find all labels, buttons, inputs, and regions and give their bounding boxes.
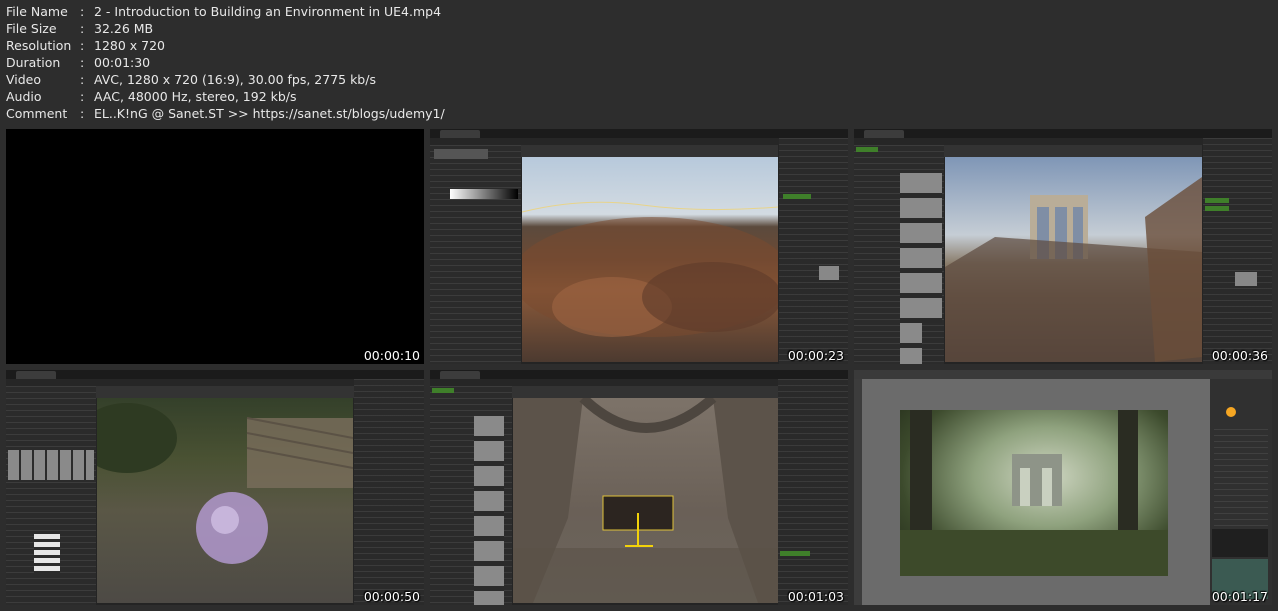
- foliage-panel: [6, 386, 96, 605]
- meta-key: File Name: [6, 4, 68, 19]
- viewport: [513, 398, 778, 603]
- thumbnail-3[interactable]: 00:00:36: [854, 129, 1272, 364]
- details-panel: [778, 379, 848, 605]
- world-outliner: [354, 379, 424, 605]
- content-browser: [430, 386, 512, 605]
- editor-title-bar: [430, 370, 848, 379]
- meta-separator: :: [80, 4, 85, 19]
- meta-row: Audio: AAC, 48000 Hz, stereo, 192 kb/s: [6, 88, 445, 105]
- editor-tab: [864, 130, 904, 138]
- details-panel: [1203, 138, 1272, 364]
- editor-title-bar: [430, 129, 848, 138]
- forest-ruins-scene: [900, 410, 1168, 576]
- meta-separator: :: [80, 38, 85, 53]
- meta-value: 00:01:30: [94, 55, 151, 70]
- thumbnail-1[interactable]: 00:00:10: [6, 129, 424, 364]
- ruins-scene: [945, 177, 1202, 362]
- meta-key: Duration: [6, 55, 61, 70]
- content-browser: [854, 145, 944, 364]
- file-metadata: File Name:2 - Introduction to Building a…: [6, 3, 445, 122]
- editor-tab: [440, 130, 480, 138]
- meta-key: Resolution: [6, 38, 72, 53]
- thumbnail-timestamp: 00:01:03: [787, 589, 844, 604]
- thumbnail-5[interactable]: 00:01:03: [430, 370, 848, 605]
- editor-title-bar: [854, 129, 1272, 138]
- meta-row: Duration:00:01:30: [6, 54, 445, 71]
- meta-row: File Size:32.26 MB: [6, 20, 445, 37]
- thumbnail-timestamp: 00:00:36: [1211, 348, 1268, 363]
- meta-row: Comment: EL..K!nG @ Sanet.ST >> https://s…: [6, 105, 445, 122]
- meta-separator: :: [80, 55, 85, 70]
- meta-key: Audio: [6, 89, 42, 104]
- foliage-scene: [97, 403, 353, 564]
- settings-panel: [1210, 379, 1272, 605]
- editor-tab: [16, 371, 56, 379]
- meta-key: Video: [6, 72, 42, 87]
- meta-value: 32.26 MB: [94, 21, 154, 36]
- editor-toolbar: [944, 145, 1202, 157]
- thumbnail-6[interactable]: 00:01:17: [854, 370, 1272, 605]
- editor-toolbar: [512, 386, 778, 398]
- meta-value: AAC, 48000 Hz, stereo, 192 kb/s: [94, 89, 297, 104]
- details-panel: [779, 138, 848, 364]
- viewport: [945, 157, 1202, 362]
- meta-separator: :: [80, 89, 85, 104]
- bench-scene: [513, 398, 778, 603]
- meta-row: Video: AVC, 1280 x 720 (16:9), 30.00 fps,…: [6, 71, 445, 88]
- editor-title-bar: [854, 370, 1272, 379]
- viewport: [900, 410, 1168, 576]
- meta-value: EL..K!nG @ Sanet.ST >> https://sanet.st/…: [94, 106, 445, 121]
- meta-separator: :: [80, 21, 85, 36]
- editor-tab: [440, 371, 480, 379]
- meta-row: File Name:2 - Introduction to Building a…: [6, 3, 445, 20]
- editor-toolbar: [521, 145, 778, 157]
- meta-row: Resolution:1280 x 720: [6, 37, 445, 54]
- meta-value: 2 - Introduction to Building an Environm…: [94, 4, 442, 19]
- thumbnail-timestamp: 00:00:10: [363, 348, 420, 363]
- meta-value: 1280 x 720: [94, 38, 166, 53]
- meta-separator: :: [80, 106, 85, 121]
- editor-side-toolbar: [854, 379, 862, 605]
- viewport: [522, 157, 778, 362]
- viewport: [97, 398, 353, 603]
- thumbnail-timestamp: 00:00:50: [363, 589, 420, 604]
- thumbnail-timestamp: 00:01:17: [1211, 589, 1268, 604]
- meta-separator: :: [80, 72, 85, 87]
- modes-panel: [430, 145, 521, 364]
- thumbnail-2[interactable]: 00:00:23: [430, 129, 848, 364]
- editor-title-bar: [6, 370, 424, 379]
- editor-toolbar: [96, 386, 354, 398]
- landscape-terrain: [522, 201, 778, 337]
- meta-value: AVC, 1280 x 720 (16:9), 30.00 fps, 2775 …: [94, 72, 376, 87]
- meta-key: File Size: [6, 21, 57, 36]
- thumbnail-4[interactable]: 00:00:50: [6, 370, 424, 605]
- thumbnail-timestamp: 00:00:23: [787, 348, 844, 363]
- meta-key: Comment: [6, 106, 68, 121]
